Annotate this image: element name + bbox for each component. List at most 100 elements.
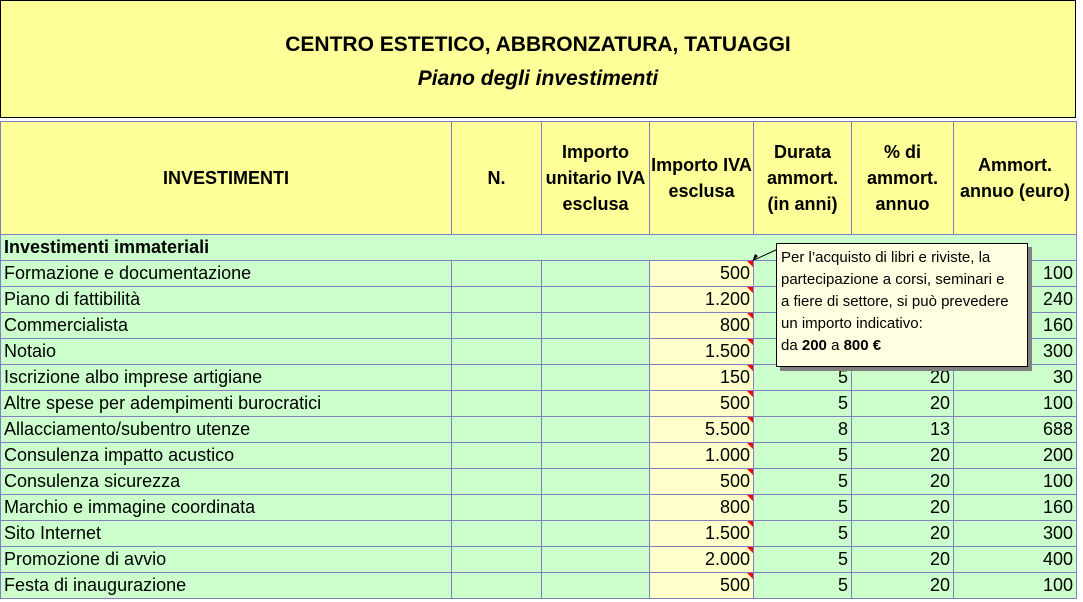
cell-durata[interactable]: 5: [753, 390, 852, 417]
cell-durata[interactable]: 5: [753, 494, 852, 521]
cell-n[interactable]: [451, 260, 542, 287]
cell-n[interactable]: [451, 442, 542, 469]
cell-importo[interactable]: 800: [649, 494, 754, 521]
header-n[interactable]: N.: [451, 121, 542, 235]
cell-importo-unitario[interactable]: [541, 442, 650, 469]
header-durata[interactable]: Durata ammort. (in anni): [753, 121, 852, 235]
cell-importo[interactable]: 1.000: [649, 442, 754, 469]
comment-indicator-icon[interactable]: [747, 287, 753, 293]
cell-importo[interactable]: 150: [649, 364, 754, 391]
cell-n[interactable]: [451, 468, 542, 495]
cell-importo[interactable]: 5.500: [649, 416, 754, 443]
cell-ammortamento[interactable]: 160: [953, 494, 1077, 521]
cell-importo[interactable]: 1.500: [649, 338, 754, 365]
cell-importo-unitario[interactable]: [541, 468, 650, 495]
cell-importo-unitario[interactable]: [541, 364, 650, 391]
cell-ammortamento[interactable]: 100: [953, 390, 1077, 417]
cell-investimento[interactable]: Altre spese per adempimenti burocratici: [0, 390, 452, 417]
cell-importo-unitario[interactable]: [541, 338, 650, 365]
cell-percentuale[interactable]: 20: [851, 520, 954, 547]
comment-indicator-icon[interactable]: [747, 417, 753, 423]
cell-importo-unitario[interactable]: [541, 286, 650, 313]
cell-ammortamento[interactable]: 300: [953, 520, 1077, 547]
cell-percentuale[interactable]: 20: [851, 494, 954, 521]
cell-durata[interactable]: 5: [753, 364, 852, 391]
cell-n[interactable]: [451, 494, 542, 521]
header-investimenti[interactable]: INVESTIMENTI: [0, 121, 452, 235]
cell-importo-unitario[interactable]: [541, 572, 650, 599]
cell-investimento-value: Piano di fattibilità: [4, 289, 141, 309]
cell-investimento[interactable]: Commercialista: [0, 312, 452, 339]
cell-ammortamento[interactable]: 200: [953, 442, 1077, 469]
cell-importo[interactable]: 500: [649, 468, 754, 495]
cell-ammortamento[interactable]: 30: [953, 364, 1077, 391]
cell-n[interactable]: [451, 520, 542, 547]
cell-importo[interactable]: 1.200: [649, 286, 754, 313]
cell-investimento[interactable]: Allacciamento/subentro utenze: [0, 416, 452, 443]
cell-ammortamento[interactable]: 400: [953, 546, 1077, 573]
cell-ammortamento[interactable]: 688: [953, 416, 1077, 443]
comment-indicator-icon[interactable]: [747, 573, 753, 579]
comment-indicator-icon[interactable]: [747, 443, 753, 449]
cell-investimento[interactable]: Iscrizione albo imprese artigiane: [0, 364, 452, 391]
comment-indicator-icon[interactable]: [747, 495, 753, 501]
cell-importo[interactable]: 2.000: [649, 546, 754, 573]
comment-indicator-icon[interactable]: [747, 521, 753, 527]
cell-importo[interactable]: 800: [649, 312, 754, 339]
cell-durata[interactable]: 5: [753, 468, 852, 495]
cell-percentuale[interactable]: 20: [851, 546, 954, 573]
cell-durata[interactable]: 5: [753, 442, 852, 469]
cell-investimento[interactable]: Formazione e documentazione: [0, 260, 452, 287]
cell-n[interactable]: [451, 364, 542, 391]
comment-indicator-icon[interactable]: [747, 365, 753, 371]
cell-investimento[interactable]: Promozione di avvio: [0, 546, 452, 573]
cell-n[interactable]: [451, 416, 542, 443]
cell-ammortamento[interactable]: 100: [953, 468, 1077, 495]
cell-durata[interactable]: 5: [753, 572, 852, 599]
cell-investimento[interactable]: Sito Internet: [0, 520, 452, 547]
cell-percentuale[interactable]: 13: [851, 416, 954, 443]
comment-indicator-icon[interactable]: [747, 469, 753, 475]
cell-n[interactable]: [451, 286, 542, 313]
cell-importo[interactable]: 1.500: [649, 520, 754, 547]
comment-indicator-icon[interactable]: [747, 313, 753, 319]
cell-durata[interactable]: 5: [753, 546, 852, 573]
cell-investimento[interactable]: Marchio e immagine coordinata: [0, 494, 452, 521]
cell-durata[interactable]: 8: [753, 416, 852, 443]
header-importo-unitario[interactable]: Importo unitario IVA esclusa: [541, 121, 650, 235]
cell-importo-unitario[interactable]: [541, 312, 650, 339]
cell-ammortamento[interactable]: 100: [953, 572, 1077, 599]
cell-n[interactable]: [451, 572, 542, 599]
cell-percentuale-value: 20: [929, 471, 950, 491]
cell-n[interactable]: [451, 312, 542, 339]
cell-investimento[interactable]: Consulenza impatto acustico: [0, 442, 452, 469]
comment-indicator-icon[interactable]: [747, 547, 753, 553]
cell-n[interactable]: [451, 390, 542, 417]
cell-importo-unitario[interactable]: [541, 546, 650, 573]
cell-importo-unitario[interactable]: [541, 494, 650, 521]
header-importo[interactable]: Importo IVA esclusa: [649, 121, 754, 235]
cell-percentuale[interactable]: 20: [851, 390, 954, 417]
cell-importo-unitario[interactable]: [541, 390, 650, 417]
cell-percentuale[interactable]: 20: [851, 442, 954, 469]
cell-investimento[interactable]: Notaio: [0, 338, 452, 365]
cell-percentuale[interactable]: 20: [851, 364, 954, 391]
cell-importo[interactable]: 500: [649, 572, 754, 599]
comment-indicator-icon[interactable]: [747, 339, 753, 345]
header-ammortamento[interactable]: Ammort. annuo (euro): [953, 121, 1077, 235]
cell-durata[interactable]: 5: [753, 520, 852, 547]
cell-importo-unitario[interactable]: [541, 416, 650, 443]
cell-investimento[interactable]: Piano di fattibilità: [0, 286, 452, 313]
cell-importo-unitario[interactable]: [541, 260, 650, 287]
cell-importo-unitario[interactable]: [541, 520, 650, 547]
cell-importo[interactable]: 500: [649, 390, 754, 417]
cell-importo[interactable]: 500: [649, 260, 754, 287]
comment-indicator-icon[interactable]: [747, 391, 753, 397]
header-percentuale[interactable]: % di ammort. annuo: [851, 121, 954, 235]
cell-n[interactable]: [451, 338, 542, 365]
cell-investimento[interactable]: Consulenza sicurezza: [0, 468, 452, 495]
cell-investimento[interactable]: Festa di inaugurazione: [0, 572, 452, 599]
cell-n[interactable]: [451, 546, 542, 573]
cell-percentuale[interactable]: 20: [851, 572, 954, 599]
cell-percentuale[interactable]: 20: [851, 468, 954, 495]
